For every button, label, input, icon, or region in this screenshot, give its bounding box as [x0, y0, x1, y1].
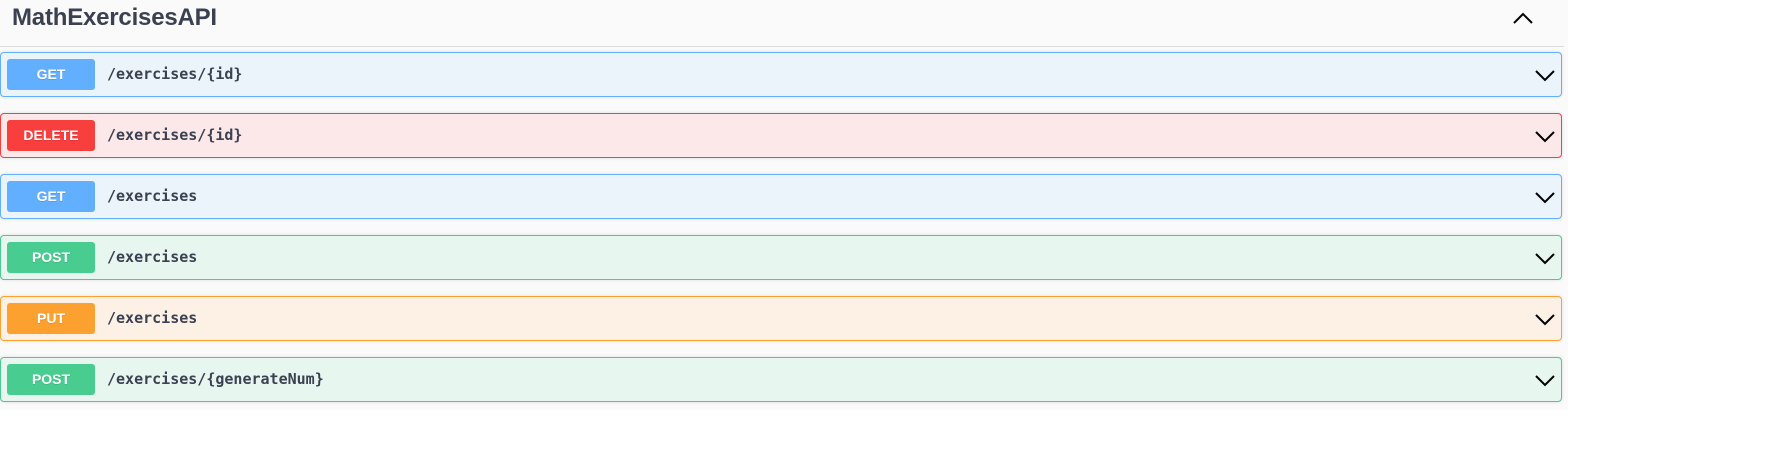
operation-path: /exercises/{generateNum}: [107, 370, 324, 388]
operation-delete-exercise-by-id[interactable]: DELETE /exercises/{id}: [0, 113, 1562, 158]
operation-path: /exercises: [107, 309, 198, 327]
operation-path: /exercises: [107, 187, 198, 205]
tag-header[interactable]: MathExercisesAPI: [0, 0, 1564, 47]
operation-path: /exercises: [107, 248, 198, 266]
method-badge: POST: [7, 242, 95, 273]
chevron-down-icon[interactable]: [1533, 187, 1557, 207]
tag-title: MathExercisesAPI: [12, 4, 217, 31]
method-badge: POST: [7, 364, 95, 395]
chevron-down-icon[interactable]: [1533, 126, 1557, 146]
chevron-up-icon: [1513, 12, 1533, 24]
operation-post-generate-exercises[interactable]: POST /exercises/{generateNum}: [0, 357, 1562, 402]
operation-get-exercise-by-id[interactable]: GET /exercises/{id}: [0, 52, 1562, 97]
api-tag-section: MathExercisesAPI GET /exercises/{id} DEL…: [0, 0, 1568, 410]
operation-put-exercises[interactable]: PUT /exercises: [0, 296, 1562, 341]
chevron-down-icon[interactable]: [1533, 65, 1557, 85]
method-badge: GET: [7, 59, 95, 90]
operation-get-exercises[interactable]: GET /exercises: [0, 174, 1562, 219]
method-badge: PUT: [7, 303, 95, 334]
collapse-tag-button[interactable]: [1508, 4, 1538, 32]
operation-path: /exercises/{id}: [107, 126, 243, 144]
method-badge: DELETE: [7, 120, 95, 151]
operation-path: /exercises/{id}: [107, 65, 243, 83]
method-badge: GET: [7, 181, 95, 212]
chevron-down-icon[interactable]: [1533, 248, 1557, 268]
chevron-down-icon[interactable]: [1533, 309, 1557, 329]
chevron-down-icon[interactable]: [1533, 370, 1557, 390]
operation-post-exercises[interactable]: POST /exercises: [0, 235, 1562, 280]
